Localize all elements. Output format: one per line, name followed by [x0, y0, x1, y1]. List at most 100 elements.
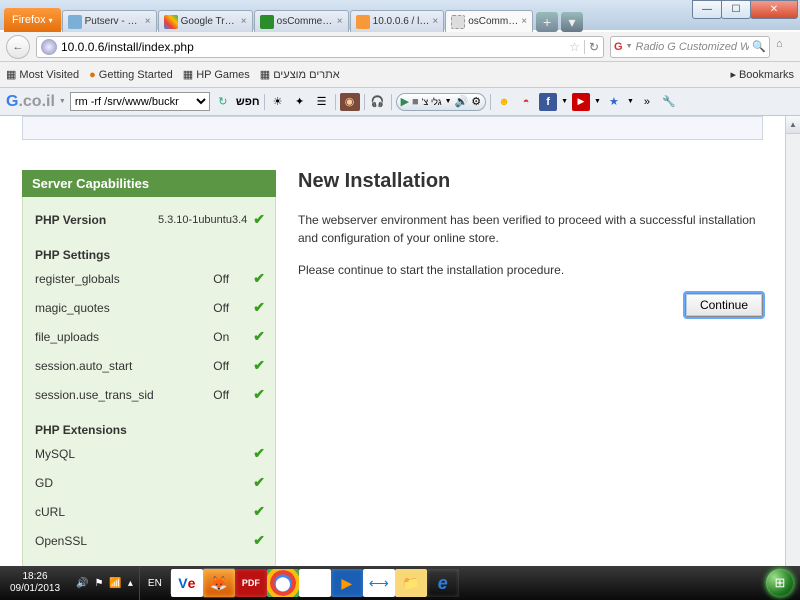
facebook-icon[interactable]: f	[539, 93, 557, 111]
action-center-icon[interactable]: ⚑	[94, 578, 103, 589]
radio-player[interactable]: ▶ ■ גלי צ' ▼ 🔊 ⚙	[396, 93, 487, 111]
reload-icon[interactable]: ↻	[214, 93, 232, 111]
folder-icon: ▦	[6, 68, 16, 81]
intro-text-1: The webserver environment has been verif…	[298, 211, 763, 247]
url-bar[interactable]: ☆ ↻	[36, 36, 604, 58]
bookmark-label: Most Visited	[19, 69, 79, 81]
avatar-icon[interactable]: ◉	[340, 93, 360, 111]
page-content: Server Capabilities PHP Version5.3.10-1u…	[0, 116, 785, 566]
home-button[interactable]: ⌂	[776, 38, 794, 56]
tab-close-icon[interactable]: ×	[145, 16, 151, 27]
vertical-scrollbar[interactable]: ▲	[785, 116, 800, 566]
tab-phpmyadmin[interactable]: 10.0.0.6 / l…×	[350, 10, 445, 32]
chevron-down-icon[interactable]: ▼	[627, 98, 634, 105]
tab-close-icon[interactable]: ×	[432, 16, 438, 27]
new-tab-button[interactable]: +	[536, 12, 558, 32]
search-bar[interactable]: G ▼ Radio G Customized W 🔍	[610, 36, 770, 58]
window-maximize-button[interactable]: ☐	[721, 0, 751, 19]
network-icon[interactable]: 📶	[109, 578, 121, 589]
search-go-icon[interactable]: 🔍	[752, 40, 766, 53]
panel-header: Server Capabilities	[22, 170, 276, 197]
bookmark-star-icon[interactable]: ☆	[569, 40, 580, 54]
check-icon: ✔	[253, 328, 265, 345]
ext-key: GD	[35, 476, 253, 490]
continue-button[interactable]: Continue	[685, 293, 763, 317]
setting-key: session.use_trans_sid	[35, 388, 213, 402]
google-logo-icon[interactable]: G.co.il	[6, 93, 55, 111]
volume-icon[interactable]: 🔊	[76, 578, 88, 589]
start-button[interactable]: ⊞	[760, 566, 800, 600]
window-minimize-button[interactable]: —	[692, 0, 722, 19]
weather-icon[interactable]: ☀	[269, 93, 287, 111]
taskbar-app-explorer[interactable]: 📁	[395, 569, 427, 597]
favicon-icon	[451, 15, 465, 29]
taskbar-app-vnc[interactable]: Ve	[171, 569, 203, 597]
taskbar-app-firefox[interactable]: 🦊	[203, 569, 235, 597]
back-button[interactable]: ←	[6, 35, 30, 59]
bookmark-label: Getting Started	[99, 69, 173, 81]
chevron-down-icon[interactable]: ▼	[626, 43, 633, 50]
bookmarks-menu-button[interactable]: ▸Bookmarks	[730, 68, 794, 81]
settings-icon[interactable]: ⚙	[471, 95, 481, 108]
tab-oscommerce[interactable]: osCommerc…×	[254, 10, 349, 32]
tray-chevron-icon[interactable]: ▴	[128, 578, 133, 589]
overflow-icon[interactable]: »	[638, 93, 656, 111]
url-input[interactable]	[61, 40, 565, 54]
taskbar-app-chrome[interactable]: ⬤	[267, 569, 299, 597]
bookmark-hp-games[interactable]: ▦HP Games	[183, 68, 250, 81]
tab-close-icon[interactable]: ×	[337, 16, 343, 27]
system-tray[interactable]: 🔊 ⚑ 📶 ▴	[70, 566, 140, 600]
play-icon[interactable]: ▶	[401, 95, 409, 108]
tab-close-icon[interactable]: ×	[241, 16, 247, 27]
ext-key: cURL	[35, 505, 253, 519]
language-indicator[interactable]: EN	[140, 578, 170, 589]
youtube-icon[interactable]: ▶	[572, 93, 590, 111]
toolbar-select[interactable]: rm -rf /srv/www/buckr	[70, 92, 210, 111]
folder-icon: ▦	[260, 68, 270, 81]
window-close-button[interactable]: ✕	[750, 0, 798, 19]
bookmarks-toolbar: ▦Most Visited ●Getting Started ▦HP Games…	[0, 62, 800, 88]
bookmark-label: Bookmarks	[739, 69, 794, 81]
favicon-icon	[68, 15, 82, 29]
bookmark-getting-started[interactable]: ●Getting Started	[89, 69, 173, 81]
tab-putserv[interactable]: Putserv - C…×	[62, 10, 157, 32]
tab-label: osComm…	[468, 16, 518, 27]
chevron-down-icon[interactable]: ▼	[561, 98, 568, 105]
chevron-down-icon[interactable]: ▼	[594, 98, 601, 105]
check-icon: ✔	[253, 211, 265, 228]
main-content: New Installation The webserver environme…	[298, 170, 763, 566]
chevron-down-icon[interactable]: ▼	[445, 98, 452, 105]
smiley-icon[interactable]: ☻	[495, 93, 513, 111]
taskbar-clock[interactable]: 18:2609/01/2013	[0, 569, 70, 597]
bookmark-most-visited[interactable]: ▦Most Visited	[6, 68, 79, 81]
tab-label: Putserv - C…	[85, 16, 142, 27]
list-icon[interactable]: ☰	[313, 93, 331, 111]
star-icon[interactable]: ★	[605, 93, 623, 111]
firefox-menu-button[interactable]: Firefox	[4, 8, 61, 32]
taskbar-app-media-player[interactable]: ▶	[331, 569, 363, 597]
toolbar-search-label[interactable]: חפש	[236, 96, 260, 108]
tab-label: 10.0.0.6 / l…	[373, 16, 430, 27]
reload-button[interactable]: ↻	[589, 40, 599, 54]
headphones-icon[interactable]: 🎧	[369, 93, 387, 111]
tab-list-button[interactable]: ▾	[561, 12, 583, 32]
angry-bird-icon[interactable]: ◓	[517, 93, 535, 111]
taskbar-app-mirc[interactable]: mRC	[299, 569, 331, 597]
volume-icon[interactable]: 🔊	[455, 95, 469, 108]
bookmark-hebrew[interactable]: ▦אתרים מוצעים	[260, 68, 340, 81]
check-icon: ✔	[253, 503, 265, 520]
sparkle-icon[interactable]: ✦	[291, 93, 309, 111]
taskbar-app-ie[interactable]: e	[427, 569, 459, 597]
radio-station-label: גלי צ'	[422, 97, 442, 107]
taskbar-app-teamviewer[interactable]: ⟷	[363, 569, 395, 597]
taskbar-app-pdf[interactable]: PDF	[235, 569, 267, 597]
setting-value: On	[213, 330, 253, 344]
tab-oscommerce-install[interactable]: osComm…×	[445, 10, 533, 32]
tab-google[interactable]: Google Tra…×	[158, 10, 253, 32]
stop-icon[interactable]: ■	[412, 96, 419, 108]
search-engine-icon[interactable]: G	[614, 41, 623, 53]
tab-close-icon[interactable]: ×	[521, 16, 527, 27]
chevron-down-icon[interactable]: ▼	[59, 98, 66, 105]
scroll-up-button[interactable]: ▲	[786, 116, 800, 134]
wrench-icon[interactable]: 🔧	[660, 93, 678, 111]
